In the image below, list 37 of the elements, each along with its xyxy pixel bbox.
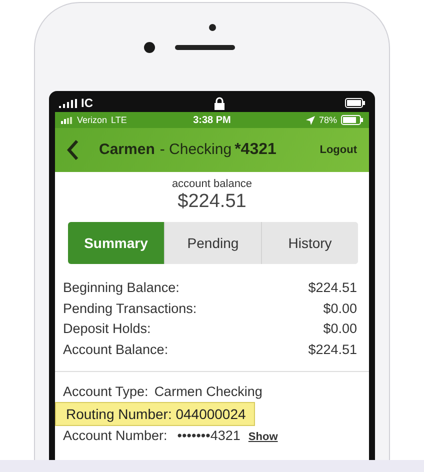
lock-icon xyxy=(214,96,224,110)
speaker-icon xyxy=(175,45,235,50)
battery-icon xyxy=(345,98,365,108)
location-arrow-icon xyxy=(306,116,315,124)
battery-icon xyxy=(340,115,363,125)
account-type-value: Carmen Checking xyxy=(154,382,262,401)
account-name: - Checking xyxy=(160,141,232,158)
balance-label: account balance xyxy=(170,178,254,190)
summary-label: Deposit Holds: xyxy=(63,320,151,338)
carrier-label: Verizon xyxy=(77,115,108,125)
clock-time: 3:38 PM xyxy=(193,114,231,126)
summary-value: $224.51 xyxy=(308,279,357,297)
balance-amount: $224.51 xyxy=(176,191,248,213)
account-type-label: Account Type: xyxy=(63,382,148,401)
signal-icon xyxy=(59,98,77,108)
signal-icon xyxy=(61,116,73,124)
summary-label: Beginning Balance: xyxy=(63,279,180,297)
carrier-label: IC xyxy=(81,96,93,110)
summary-label: Account Balance: xyxy=(63,341,168,360)
back-button[interactable] xyxy=(67,139,79,161)
account-suffix: *4321 xyxy=(234,141,276,159)
account-number: •••••••4321 xyxy=(177,426,240,445)
show-link[interactable]: Show xyxy=(248,426,278,447)
summary-value: $0.00 xyxy=(323,320,357,338)
summary-value: $0.00 xyxy=(323,300,357,318)
sensor-icon xyxy=(208,24,216,31)
battery-percent: 78% xyxy=(318,115,337,125)
account-number-label: Account Number: xyxy=(63,426,168,445)
tab[interactable]: Summary xyxy=(68,222,165,264)
camera-icon xyxy=(144,42,155,53)
summary-value: $224.51 xyxy=(308,341,357,360)
logout-button[interactable]: Logout xyxy=(316,142,361,158)
network-label: LTE xyxy=(111,115,127,125)
chevron-left-icon xyxy=(67,139,79,161)
account-owner: Carmen xyxy=(99,141,155,158)
summary-label: Pending Transactions: xyxy=(63,300,197,318)
routing-number: Routing Number: 044000024 xyxy=(55,402,255,426)
